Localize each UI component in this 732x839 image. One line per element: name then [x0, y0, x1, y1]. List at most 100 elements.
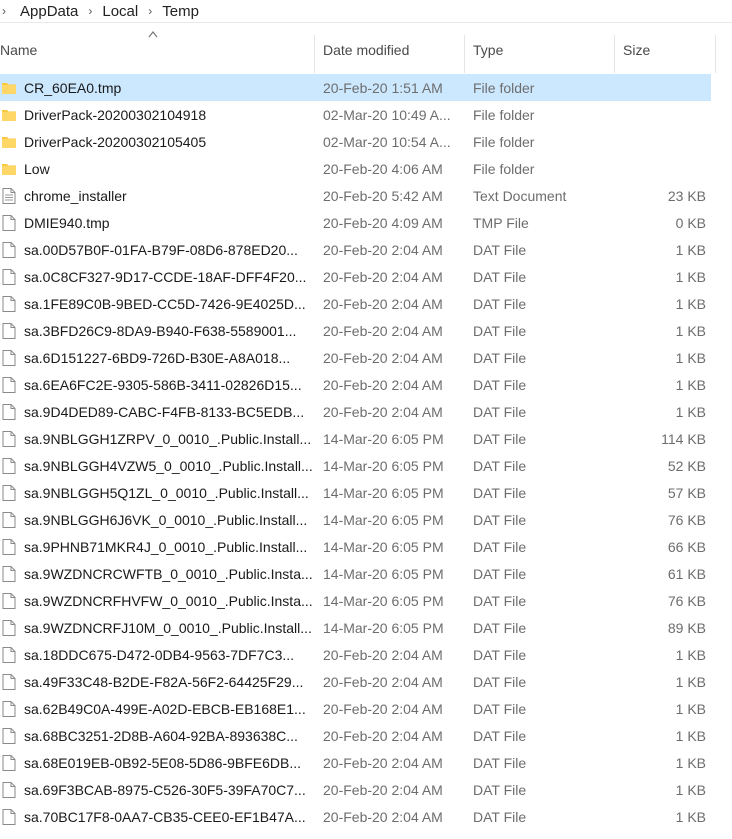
file-row[interactable]: sa.3BFD26C9-8DA9-B940-F638-5589001... 20-…	[0, 317, 732, 344]
file-name: sa.18DDC675-D472-0DB4-9563-7DF7C3...	[24, 646, 295, 663]
file-row[interactable]: sa.9WZDNCRFHVFW_0_0010_.Public.Insta... 1…	[0, 587, 732, 614]
file-type: DAT File	[473, 457, 527, 474]
file-date-modified: 20-Feb-20 4:09 AM	[323, 214, 443, 231]
breadcrumb-divider	[0, 22, 732, 23]
file-date-modified: 14-Mar-20 6:05 PM	[323, 430, 444, 447]
file-size: 1 KB	[675, 727, 706, 744]
chevron-right-icon[interactable]: ›	[2, 4, 16, 18]
file-date-modified: 20-Feb-20 2:04 AM	[323, 295, 443, 312]
file-name: sa.9D4DED89-CABC-F4FB-8133-BC5EDB...	[24, 403, 305, 420]
file-size: 76 KB	[667, 511, 706, 528]
file-size: 1 KB	[675, 403, 706, 420]
column-resize-handle[interactable]	[464, 35, 465, 73]
file-date-modified: 20-Feb-20 1:51 AM	[323, 79, 443, 96]
file-type: DAT File	[473, 349, 527, 366]
file-row[interactable]: sa.6EA6FC2E-9305-586B-3411-02826D15... 20…	[0, 371, 732, 398]
file-row[interactable]: sa.69F3BCAB-8975-C526-30F5-39FA70C7... 20…	[0, 776, 732, 803]
file-row[interactable]: sa.49F33C48-B2DE-F82A-56F2-64425F29... 20…	[0, 668, 732, 695]
file-row[interactable]: DMIE940.tmp 20-Feb-20 4:09 AM TMP File 0 KB	[0, 209, 732, 236]
file-icon	[2, 431, 16, 447]
file-row[interactable]: DriverPack-20200302104918 02-Mar-20 10:49…	[0, 101, 732, 128]
file-row[interactable]: DriverPack-20200302105405 02-Mar-20 10:54…	[0, 128, 732, 155]
file-name: sa.3BFD26C9-8DA9-B940-F638-5589001...	[24, 322, 297, 339]
file-icon	[2, 620, 16, 636]
file-icon	[2, 485, 16, 501]
file-name: sa.68BC3251-2D8B-A604-92BA-893638C...	[24, 727, 298, 744]
file-type: File folder	[473, 79, 535, 96]
file-name: sa.9WZDNCRFHVFW_0_0010_.Public.Insta...	[24, 592, 313, 609]
file-name: sa.70BC17F8-0AA7-CB35-CEE0-EF1B47A...	[24, 808, 306, 825]
file-row[interactable]: sa.1FE89C0B-9BED-CC5D-7426-9E4025D... 20-…	[0, 290, 732, 317]
chevron-right-icon[interactable]: ›	[142, 4, 158, 18]
file-icon	[2, 215, 16, 231]
file-row[interactable]: sa.9D4DED89-CABC-F4FB-8133-BC5EDB... 20-F…	[0, 398, 732, 425]
file-date-modified: 20-Feb-20 5:42 AM	[323, 187, 443, 204]
text-document-icon	[2, 188, 16, 204]
file-size: 1 KB	[675, 322, 706, 339]
column-header-name[interactable]: Name	[0, 27, 314, 73]
breadcrumb-item-local[interactable]: Local	[98, 3, 142, 20]
file-size: 76 KB	[667, 592, 706, 609]
file-list: CR_60EA0.tmp 20-Feb-20 1:51 AM File folder…	[0, 74, 732, 830]
file-row[interactable]: sa.9WZDNCRCWFTB_0_0010_.Public.Insta... 1…	[0, 560, 732, 587]
file-date-modified: 20-Feb-20 2:04 AM	[323, 727, 443, 744]
file-row[interactable]: sa.9NBLGGH1ZRPV_0_0010_.Public.Install..…	[0, 425, 732, 452]
file-icon	[2, 458, 16, 474]
file-row[interactable]: sa.68E019EB-0B92-5E08-5D86-9BFE6DB... 20-…	[0, 749, 732, 776]
file-row[interactable]: sa.6D151227-6BD9-726D-B30E-A8A018... 20-F…	[0, 344, 732, 371]
file-name: sa.9WZDNCRFJ10M_0_0010_.Public.Install..…	[24, 619, 312, 636]
file-icon	[2, 566, 16, 582]
file-size: 89 KB	[667, 619, 706, 636]
column-resize-handle[interactable]	[614, 35, 615, 73]
column-header-size[interactable]: Size	[623, 27, 713, 73]
file-row[interactable]: sa.9PHNB71MKR4J_0_0010_.Public.Install..…	[0, 533, 732, 560]
file-name: DriverPack-20200302104918	[24, 106, 207, 123]
file-type: DAT File	[473, 241, 527, 258]
file-type: DAT File	[473, 673, 527, 690]
file-type: DAT File	[473, 592, 527, 609]
file-date-modified: 20-Feb-20 2:04 AM	[323, 268, 443, 285]
file-row[interactable]: sa.0C8CF327-9D17-CCDE-18AF-DFF4F20... 20-…	[0, 263, 732, 290]
file-size: 1 KB	[675, 295, 706, 312]
file-row[interactable]: sa.9WZDNCRFJ10M_0_0010_.Public.Install..…	[0, 614, 732, 641]
file-date-modified: 02-Mar-20 10:54 A...	[323, 133, 451, 150]
file-size: 61 KB	[667, 565, 706, 582]
file-name: DriverPack-20200302105405	[24, 133, 207, 150]
file-date-modified: 14-Mar-20 6:05 PM	[323, 457, 444, 474]
file-size: 1 KB	[675, 241, 706, 258]
file-type: DAT File	[473, 700, 527, 717]
file-row[interactable]: sa.18DDC675-D472-0DB4-9563-7DF7C3... 20-F…	[0, 641, 732, 668]
file-size: 57 KB	[667, 484, 706, 501]
file-name: sa.62B49C0A-499E-A02D-EBCB-EB168E1...	[24, 700, 306, 717]
file-date-modified: 14-Mar-20 6:05 PM	[323, 619, 444, 636]
column-header-type[interactable]: Type	[473, 27, 613, 73]
file-row[interactable]: sa.9NBLGGH6J6VK_0_0010_.Public.Install..…	[0, 506, 732, 533]
file-icon	[2, 701, 16, 717]
chevron-right-icon[interactable]: ›	[82, 4, 98, 18]
file-icon	[2, 242, 16, 258]
file-type: DAT File	[473, 646, 527, 663]
file-row[interactable]: sa.00D57B0F-01FA-B79F-08D6-878ED20... 20-…	[0, 236, 732, 263]
column-resize-handle[interactable]	[715, 35, 716, 73]
file-row[interactable]: sa.68BC3251-2D8B-A604-92BA-893638C... 20-…	[0, 722, 732, 749]
file-row[interactable]: sa.9NBLGGH5Q1ZL_0_0010_.Public.Install..…	[0, 479, 732, 506]
file-date-modified: 20-Feb-20 2:04 AM	[323, 646, 443, 663]
file-name: sa.9PHNB71MKR4J_0_0010_.Public.Install..…	[24, 538, 308, 555]
breadcrumb-item-appdata[interactable]: AppData	[16, 3, 82, 20]
file-icon	[2, 269, 16, 285]
file-size: 66 KB	[667, 538, 706, 555]
file-size: 114 KB	[661, 430, 706, 447]
file-row[interactable]: CR_60EA0.tmp 20-Feb-20 1:51 AM File folder	[0, 74, 711, 101]
file-row[interactable]: chrome_installer 20-Feb-20 5:42 AM Text Do…	[0, 182, 732, 209]
breadcrumb-item-temp[interactable]: Temp	[158, 3, 203, 20]
column-resize-handle[interactable]	[314, 35, 315, 73]
file-row[interactable]: sa.9NBLGGH4VZW5_0_0010_.Public.Install..…	[0, 452, 732, 479]
file-row[interactable]: sa.62B49C0A-499E-A02D-EBCB-EB168E1... 20-…	[0, 695, 732, 722]
file-row[interactable]: sa.70BC17F8-0AA7-CB35-CEE0-EF1B47A... 20-…	[0, 803, 732, 830]
file-name: sa.9NBLGGH5Q1ZL_0_0010_.Public.Install..…	[24, 484, 309, 501]
folder-icon	[2, 107, 16, 123]
file-name: sa.6EA6FC2E-9305-586B-3411-02826D15...	[24, 376, 302, 393]
column-header-date-modified[interactable]: Date modified	[323, 27, 463, 73]
file-row[interactable]: Low 20-Feb-20 4:06 AM File folder	[0, 155, 732, 182]
file-icon	[2, 323, 16, 339]
